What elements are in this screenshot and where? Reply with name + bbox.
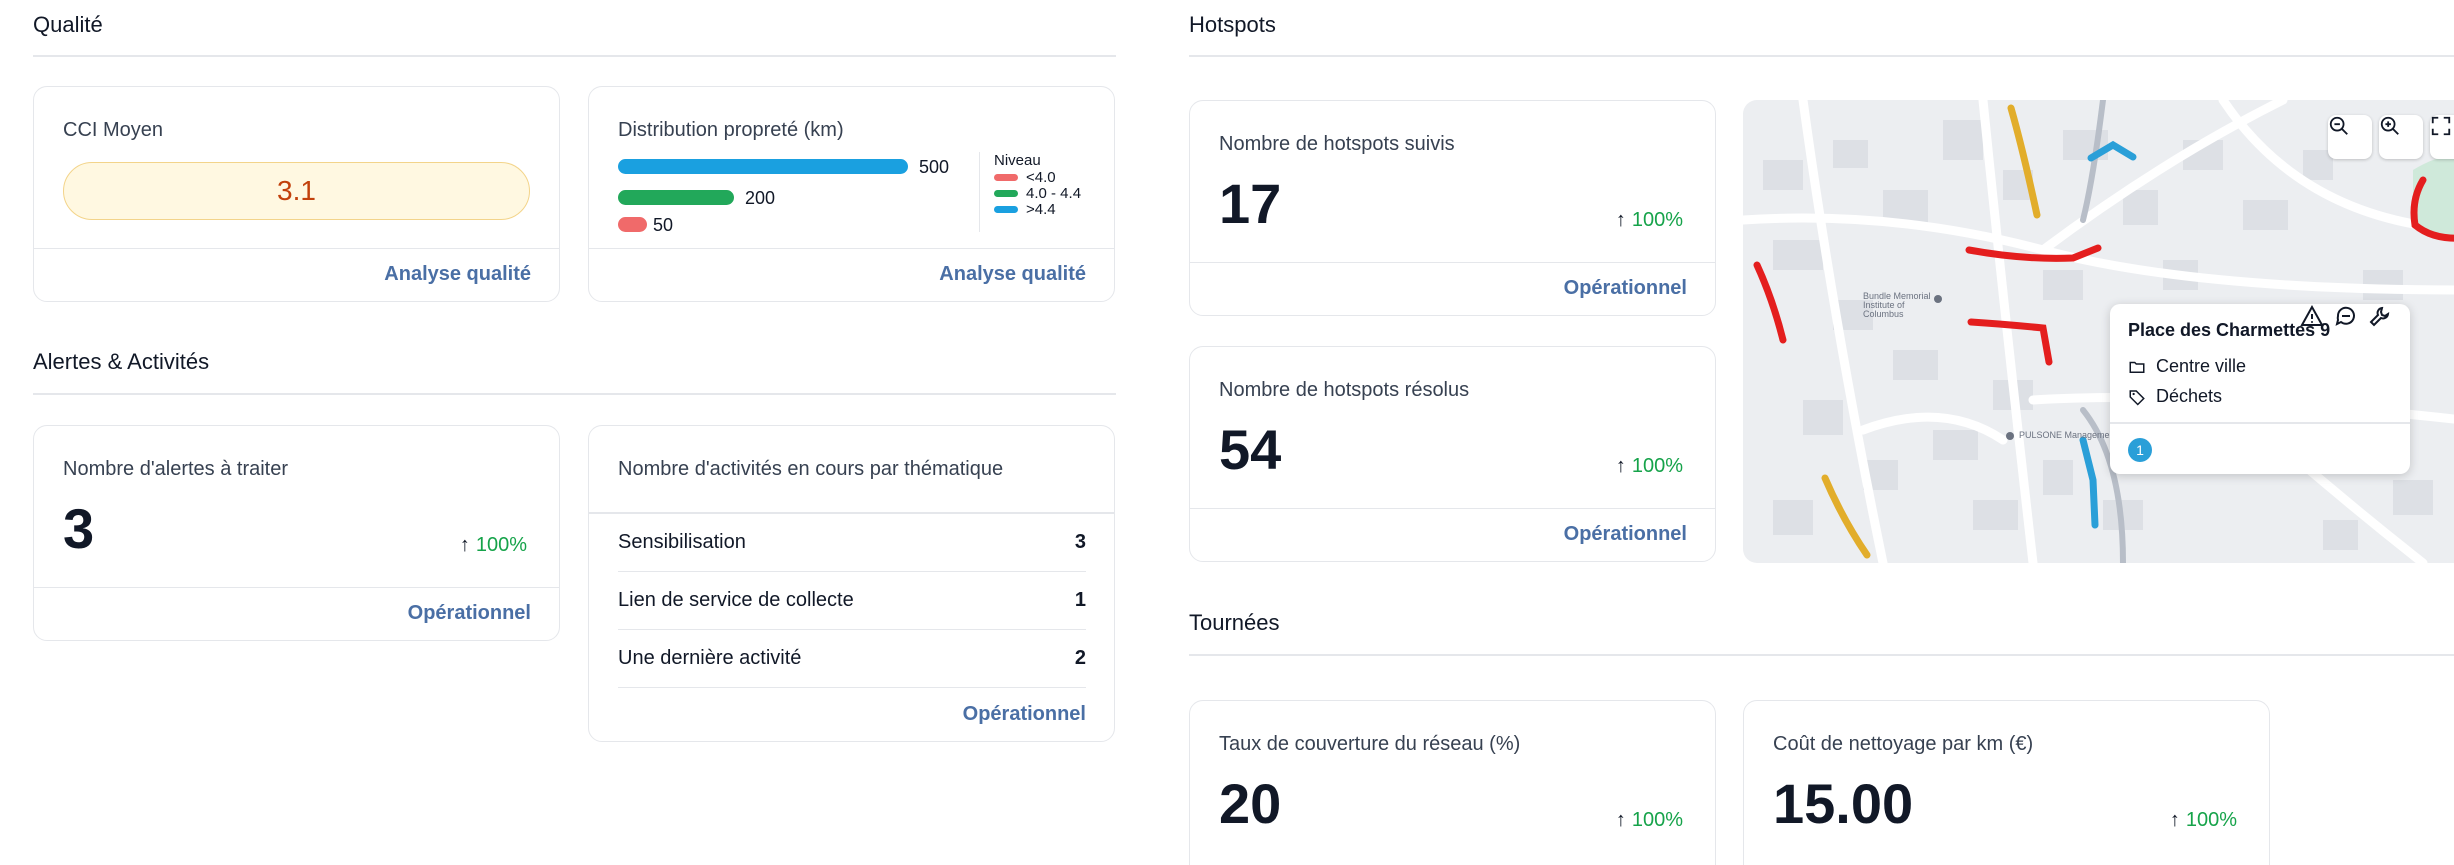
arrow-up-icon: ↑ [1615,455,1626,477]
zoom-in-icon [2380,116,2399,135]
analyse-qualite-link[interactable]: Analyse qualité [939,263,1086,286]
section-divider [1189,654,2454,656]
arrow-up-icon: ↑ [1615,809,1626,831]
card-footer: Analyse qualité [589,248,1114,301]
hotspots-followed-trend: ↑ 100% [1615,209,1683,231]
cci-value: 3.1 [277,175,316,206]
coverage-card: Taux de couverture du réseau (%) 20 ↑ 100… [1189,700,1716,865]
hotspots-followed-title: Nombre de hotspots suivis [1219,133,1455,155]
activity-row[interactable]: Lien de service de collecte 1 [618,572,1086,630]
popup-tag: Déchets [2128,386,2222,407]
alerts-trend: ↑ 100% [459,534,527,556]
popup-folder: Centre ville [2128,356,2246,377]
cleaning-cost-title: Coût de nettoyage par km (€) [1773,733,2034,755]
cleaning-cost-trend: ↑ 100% [2169,809,2237,831]
section-title-hotspots: Hotspots [1189,12,1276,37]
alerts-card: Nombre d'alertes à traiter 3 ↑ 100% Opéra… [33,425,560,641]
section-title-qualite: Qualité [33,12,103,37]
card-footer: Opérationnel [1190,508,1715,561]
hotspots-resolved-card: Nombre de hotspots résolus 54 ↑ 100% Opér… [1189,346,1716,562]
coverage-title: Taux de couverture du réseau (%) [1219,733,1521,755]
distribution-legend: Niveau <4.0 4.0 - 4.4 >4.4 [979,152,1081,232]
cci-title: CCI Moyen [63,119,164,141]
activity-label: Sensibilisation [618,531,746,553]
coverage-value: 20 [1219,772,1282,835]
wrench-icon[interactable] [2368,304,2392,328]
activity-label: Lien de service de collecte [618,589,854,611]
cci-value-pill: 3.1 [63,162,530,220]
legend-item-low: <4.0 [994,169,1081,186]
activity-count: 1 [1074,589,1086,611]
zoom-out-button[interactable] [2328,115,2372,159]
operationnel-link[interactable]: Opérationnel [408,602,531,625]
activity-row[interactable]: Sensibilisation 3 [618,514,1086,572]
coverage-trend: ↑ 100% [1615,809,1683,831]
alerts-title: Nombre d'alertes à traiter [63,458,289,480]
activity-label: Une dernière activité [618,647,802,669]
activity-count: 2 [1074,647,1086,669]
divider [2110,422,2410,424]
hotspots-resolved-value: 54 [1219,418,1282,481]
zoom-in-button[interactable] [2379,115,2423,159]
popup-count-badge: 1 [2128,438,2152,462]
distribution-value-low: 50 [653,215,674,235]
distribution-card: Distribution propreté (km) 500 200 50 Ni… [588,86,1115,302]
card-footer: Opérationnel [1190,262,1715,315]
legend-item-high: >4.4 [994,201,1081,218]
hotspots-resolved-title: Nombre de hotspots résolus [1219,379,1470,401]
map-poi-label: Bundle Memorial Institute of Columbus [1863,291,1931,319]
hotspots-resolved-trend: ↑ 100% [1615,455,1683,477]
arrow-up-icon: ↑ [1615,209,1626,231]
distribution-bar-mid [618,190,734,205]
cleaning-cost-card: Coût de nettoyage par km (€) 15.00 ↑ 100% [1743,700,2270,865]
legend-item-mid: 4.0 - 4.4 [994,185,1081,202]
comment-icon[interactable] [2334,304,2358,328]
activity-count: 3 [1074,531,1086,553]
activities-title: Nombre d'activités en cours par thématiq… [618,458,1004,480]
distribution-bar-low [618,217,647,232]
card-footer: Analyse qualité [34,248,559,301]
card-footer: Opérationnel [34,587,559,640]
legend-title: Niveau [994,152,1041,169]
distribution-title: Distribution propreté (km) [618,119,844,141]
hotspots-followed-card: Nombre de hotspots suivis 17 ↑ 100% Opéra… [1189,100,1716,316]
hotspots-followed-value: 17 [1219,172,1282,235]
map-poi-label: PULSONE Management [2019,430,2118,440]
zoom-out-icon [2329,116,2348,135]
distribution-value-mid: 200 [745,188,776,208]
section-title-alertes: Alertes & Activités [33,349,210,374]
section-divider [33,393,1116,395]
hotspot-popup[interactable]: Place des Charmettes 9 Centre ville Déch… [2110,304,2410,474]
operationnel-link[interactable]: Opérationnel [1564,277,1687,300]
operationnel-link[interactable]: Opérationnel [1564,523,1687,546]
tag-icon [2129,389,2145,406]
cleaning-cost-value: 15.00 [1773,772,1914,835]
operationnel-link[interactable]: Opérationnel [963,703,1086,726]
arrow-up-icon: ↑ [459,534,470,556]
fullscreen-button[interactable] [2430,115,2454,159]
cci-card: CCI Moyen 3.1 Analyse qualité [33,86,560,302]
fullscreen-icon [2431,116,2451,136]
arrow-up-icon: ↑ [2169,809,2180,831]
activities-card: Nombre d'activités en cours par thématiq… [588,425,1115,742]
alert-triangle-icon[interactable] [2300,304,2324,328]
folder-icon [2129,361,2145,373]
hotspots-map[interactable]: Bundle Memorial Institute of Columbus PU… [1743,100,2454,563]
analyse-qualite-link[interactable]: Analyse qualité [384,263,531,286]
activity-row[interactable]: Une dernière activité 2 [618,630,1086,688]
section-title-tournees: Tournées [1189,610,1280,635]
alerts-value: 3 [63,497,95,560]
section-divider [1189,55,2454,57]
distribution-value-high: 500 [919,157,950,177]
distribution-bar-high [618,159,908,174]
section-divider [33,55,1116,57]
